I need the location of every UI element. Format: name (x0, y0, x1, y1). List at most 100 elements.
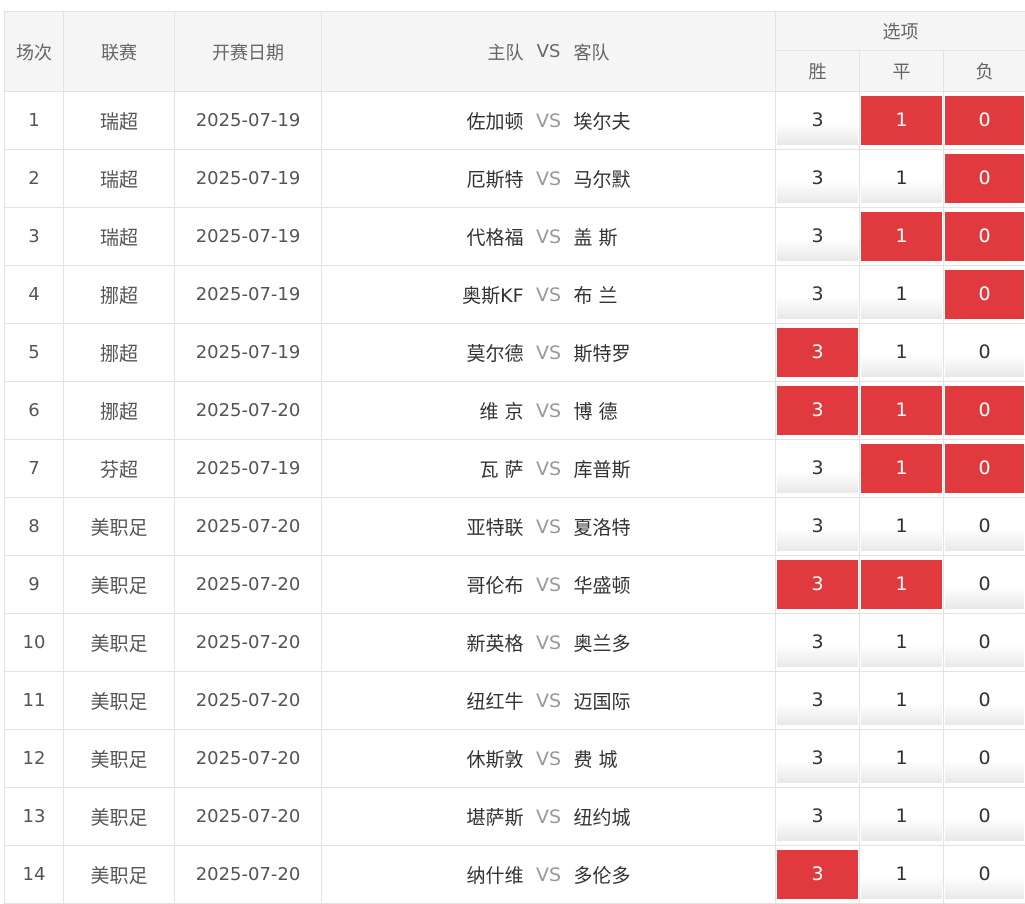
option-cell-win: 3 (776, 150, 860, 208)
option-draw-button[interactable]: 1 (861, 328, 942, 377)
option-cell-lose: 0 (944, 614, 1025, 672)
option-lose-button[interactable]: 0 (945, 328, 1024, 377)
option-cell-draw: 1 (860, 92, 944, 150)
league-name: 挪超 (64, 382, 175, 440)
match-teams: 哥伦布 VS 华盛顿 (322, 556, 776, 614)
option-cell-lose: 0 (944, 672, 1025, 730)
table-row: 4 挪超 2025-07-19 奥斯KF VS 布 兰 3 1 0 (5, 266, 1025, 324)
table-row: 10 美职足 2025-07-20 新英格 VS 奥兰多 3 1 0 (5, 614, 1025, 672)
league-name: 瑞超 (64, 150, 175, 208)
league-name: 芬超 (64, 440, 175, 498)
match-teams: 纳什维 VS 多伦多 (322, 846, 776, 904)
away-team: 库普斯 (574, 455, 774, 482)
option-lose-button[interactable]: 0 (945, 850, 1024, 899)
option-lose-button[interactable]: 0 (945, 270, 1024, 319)
match-date: 2025-07-20 (175, 556, 322, 614)
option-draw-button[interactable]: 1 (861, 212, 942, 261)
league-name: 美职足 (64, 846, 175, 904)
option-lose-button[interactable]: 0 (945, 676, 1024, 725)
option-cell-draw: 1 (860, 324, 944, 382)
league-name: 美职足 (64, 788, 175, 846)
option-draw-button[interactable]: 1 (861, 154, 942, 203)
option-win-button[interactable]: 3 (777, 618, 858, 667)
option-draw-button[interactable]: 1 (861, 270, 942, 319)
away-team: 华盛顿 (574, 571, 774, 598)
option-cell-draw: 1 (860, 208, 944, 266)
option-draw-button[interactable]: 1 (861, 502, 942, 551)
away-team: 夏洛特 (574, 513, 774, 540)
option-win-button[interactable]: 3 (777, 328, 858, 377)
home-team: 纳什维 (324, 861, 524, 888)
option-lose-button[interactable]: 0 (945, 386, 1024, 435)
option-draw-button[interactable]: 1 (861, 444, 942, 493)
option-draw-button[interactable]: 1 (861, 850, 942, 899)
option-cell-win: 3 (776, 730, 860, 788)
option-lose-button[interactable]: 0 (945, 154, 1024, 203)
match-date: 2025-07-19 (175, 440, 322, 498)
vs-label: VS (524, 458, 574, 480)
vs-label: VS (524, 632, 574, 654)
option-win-button[interactable]: 3 (777, 502, 858, 551)
option-win-button[interactable]: 3 (777, 444, 858, 493)
round-number: 2 (5, 150, 64, 208)
away-team: 迈国际 (574, 687, 774, 714)
option-lose-button[interactable]: 0 (945, 618, 1024, 667)
option-lose-button[interactable]: 0 (945, 502, 1024, 551)
option-cell-draw: 1 (860, 788, 944, 846)
option-draw-button[interactable]: 1 (861, 560, 942, 609)
table-row: 8 美职足 2025-07-20 亚特联 VS 夏洛特 3 1 0 (5, 498, 1025, 556)
option-win-button[interactable]: 3 (777, 154, 858, 203)
option-cell-draw: 1 (860, 846, 944, 904)
option-draw-button[interactable]: 1 (861, 676, 942, 725)
option-lose-button[interactable]: 0 (945, 444, 1024, 493)
option-cell-lose: 0 (944, 324, 1025, 382)
option-cell-win: 3 (776, 382, 860, 440)
option-draw-button[interactable]: 1 (861, 386, 942, 435)
option-cell-win: 3 (776, 498, 860, 556)
option-cell-win: 3 (776, 614, 860, 672)
option-win-button[interactable]: 3 (777, 850, 858, 899)
home-team: 纽红牛 (324, 687, 524, 714)
option-win-button[interactable]: 3 (777, 212, 858, 261)
home-team: 厄斯特 (324, 165, 524, 192)
header-opt-lose: 负 (944, 51, 1025, 92)
option-draw-button[interactable]: 1 (861, 96, 942, 145)
match-teams: 休斯敦 VS 费 城 (322, 730, 776, 788)
option-lose-button[interactable]: 0 (945, 734, 1024, 783)
option-lose-button[interactable]: 0 (945, 560, 1024, 609)
round-number: 7 (5, 440, 64, 498)
table-row: 11 美职足 2025-07-20 纽红牛 VS 迈国际 3 1 0 (5, 672, 1025, 730)
option-cell-draw: 1 (860, 730, 944, 788)
option-win-button[interactable]: 3 (777, 270, 858, 319)
option-lose-button[interactable]: 0 (945, 792, 1024, 841)
home-team: 奥斯KF (324, 281, 524, 308)
option-draw-button[interactable]: 1 (861, 618, 942, 667)
option-win-button[interactable]: 3 (777, 676, 858, 725)
vs-label: VS (524, 342, 574, 364)
option-draw-button[interactable]: 1 (861, 792, 942, 841)
away-team: 盖 斯 (574, 223, 774, 250)
vs-label: VS (524, 864, 574, 886)
match-teams: 奥斯KF VS 布 兰 (322, 266, 776, 324)
option-cell-draw: 1 (860, 382, 944, 440)
option-win-button[interactable]: 3 (777, 560, 858, 609)
match-date: 2025-07-20 (175, 846, 322, 904)
option-win-button[interactable]: 3 (777, 792, 858, 841)
round-number: 11 (5, 672, 64, 730)
option-lose-button[interactable]: 0 (945, 96, 1024, 145)
option-win-button[interactable]: 3 (777, 386, 858, 435)
table-row: 5 挪超 2025-07-19 莫尔德 VS 斯特罗 3 1 0 (5, 324, 1025, 382)
option-draw-button[interactable]: 1 (861, 734, 942, 783)
match-date: 2025-07-20 (175, 730, 322, 788)
away-team: 博 德 (574, 397, 774, 424)
round-number: 8 (5, 498, 64, 556)
league-name: 挪超 (64, 324, 175, 382)
option-lose-button[interactable]: 0 (945, 212, 1024, 261)
option-win-button[interactable]: 3 (777, 96, 858, 145)
league-name: 美职足 (64, 556, 175, 614)
option-cell-lose: 0 (944, 556, 1025, 614)
home-team: 堪萨斯 (324, 803, 524, 830)
option-win-button[interactable]: 3 (777, 734, 858, 783)
header-date: 开赛日期 (175, 12, 322, 92)
league-name: 美职足 (64, 614, 175, 672)
